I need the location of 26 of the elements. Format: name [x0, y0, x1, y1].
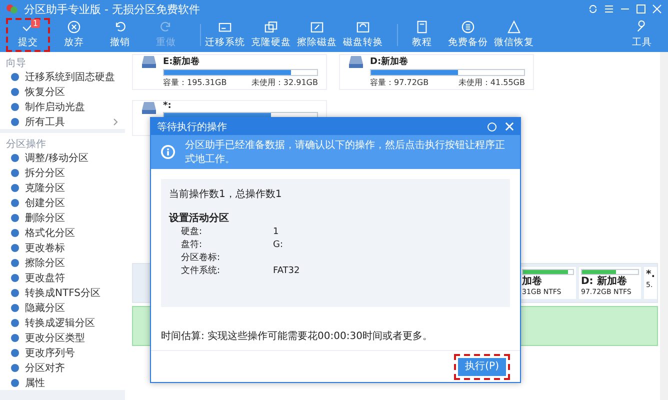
- volume-name: *:: [163, 101, 172, 111]
- partition-name: D: 新加卷: [581, 276, 628, 287]
- detail-label: 分区卷标:: [181, 253, 222, 264]
- volume-name: E:新加卷: [163, 55, 201, 68]
- detail-value: 1: [273, 227, 280, 238]
- detail-label: 硬盘:: [181, 227, 204, 238]
- count-badge: 1: [30, 19, 40, 28]
- operation-count: 当前操作数1，总操作数1: [169, 188, 283, 201]
- capacity-text: 容量：97.72GB: [370, 77, 429, 88]
- free-text: 未使用：41.55GB: [458, 77, 525, 88]
- section-title: 向导: [5, 57, 27, 69]
- partition-name: *.: [646, 269, 655, 280]
- info-text: 分区助手已经准备数据，请确认以下的操作，然后点击执行按钮让程序正式地工作。: [185, 138, 506, 166]
- dialog-title: 等待执行的操作: [157, 120, 228, 134]
- partition-name: 加卷: [522, 276, 543, 287]
- detail-label: 盘符:: [181, 240, 204, 251]
- free-text: 未使用：32.91GB: [251, 77, 318, 88]
- time-estimate: 时间估算: 实现这些操作可能需要花00:00:30时间或者更多。: [161, 330, 434, 343]
- detail-label: 文件系统:: [181, 266, 222, 277]
- volume-name: D:新加卷: [370, 55, 410, 68]
- detail-value: G:: [273, 240, 284, 251]
- operation-title: 设置活动分区: [169, 212, 230, 225]
- window-title: 分区助手专业版 - 无损分区免费软件: [24, 2, 201, 16]
- section-title: 分区操作: [5, 138, 47, 150]
- capacity-text: 容量：195.31GB: [163, 77, 227, 88]
- detail-value: FAT32: [273, 266, 301, 277]
